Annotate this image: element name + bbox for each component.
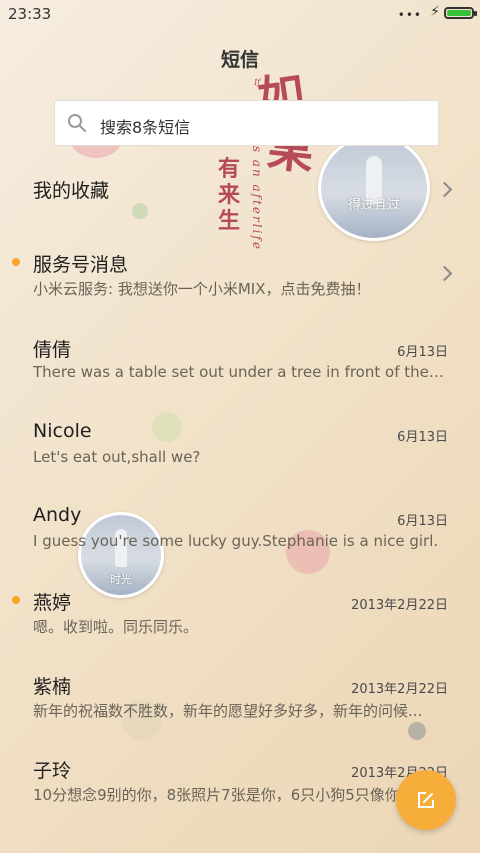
thread-preview: 新年的祝福数不胜数，新年的愿望好多好多，新年的问候... [33, 702, 423, 720]
thread-row[interactable]: 紫楠 2013年2月22日 新年的祝福数不胜数，新年的愿望好多好多，新年的问候.… [0, 670, 480, 728]
thread-row[interactable]: 倩倩 6月13日 There was a table set out under… [0, 333, 480, 391]
compose-icon [418, 792, 434, 808]
wallpaper-calligraphy: If 如 果 有来生 is an afterlife [218, 60, 328, 270]
favorites-label: 我的收藏 [33, 180, 110, 202]
thread-date: 2013年2月22日 [351, 598, 448, 613]
thread-row[interactable]: Nicole 6月13日 Let's eat out,shall we? [0, 418, 480, 476]
thread-date: 6月13日 [397, 430, 448, 445]
battery-icon [444, 7, 477, 19]
service-preview: 小米云服务: 我想送你一个小米MIX，点击免费抽！ [33, 280, 371, 298]
thread-row[interactable]: 燕婷 2013年2月22日 嗯。收到啦。同乐同乐。 [0, 586, 480, 644]
compose-button[interactable] [396, 770, 456, 830]
thread-row[interactable]: Andy 6月13日 I guess you're some lucky guy… [0, 502, 480, 560]
photo-caption-mid: 时光 [110, 573, 132, 586]
service-messages-row[interactable]: 服务号消息 小米云服务: 我想送你一个小米MIX，点击免费抽！ [0, 248, 480, 306]
thread-name: 紫楠 [33, 676, 72, 698]
thread-preview: I guess you're some lucky guy.Stephanie … [33, 532, 439, 550]
page-title: 短信 [220, 49, 259, 71]
thread-name: 子玲 [33, 760, 72, 782]
thread-name: Andy [33, 504, 82, 526]
chevron-right-icon [436, 181, 453, 198]
thread-preview: 嗯。收到啦。同乐同乐。 [33, 618, 199, 636]
status-bar: 23:33 ••• ⚡ [0, 0, 480, 28]
unread-dot [12, 596, 20, 604]
thread-name: Nicole [33, 420, 92, 442]
thread-date: 6月13日 [397, 345, 448, 360]
search-icon [68, 114, 86, 132]
thread-preview: Let's eat out,shall we? [33, 448, 201, 466]
thread-preview: 10分想念9别的你，8张照片7张是你，6只小狗5只像你... [33, 786, 415, 804]
search-input[interactable]: 搜索8条短信 [54, 100, 439, 146]
unread-dot [12, 258, 20, 266]
thread-name: 燕婷 [33, 592, 72, 614]
thread-name: 倩倩 [33, 339, 72, 361]
search-placeholder: 搜索8条短信 [100, 118, 191, 137]
status-time: 23:33 [8, 5, 52, 23]
charging-bolt-icon: ⚡ [430, 4, 440, 20]
signal-dots-icon: ••• [397, 8, 422, 22]
service-label: 服务号消息 [33, 254, 129, 276]
thread-preview: There was a table set out under a tree i… [33, 363, 447, 381]
thread-date: 2013年2月22日 [351, 682, 448, 697]
favorites-row[interactable]: 我的收藏 [0, 170, 480, 210]
thread-date: 6月13日 [397, 514, 448, 529]
